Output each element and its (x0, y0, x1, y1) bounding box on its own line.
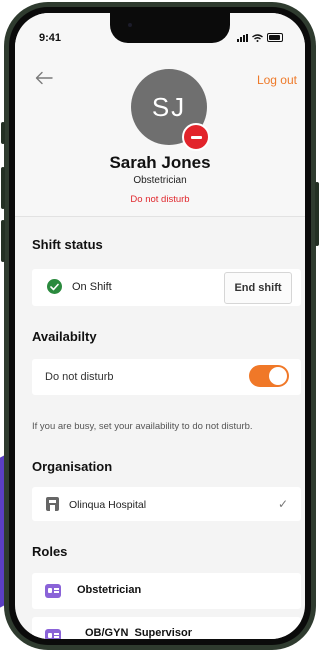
logout-button[interactable]: Log out (257, 73, 297, 87)
list-item[interactable]: Obstetrician (32, 573, 301, 609)
user-name: Sarah Jones (109, 153, 211, 172)
camera-dot (128, 23, 132, 27)
role-label: Obstetrician (77, 584, 142, 596)
shift-status-label: On Shift (72, 281, 112, 293)
roles-section-title: Roles (32, 544, 68, 559)
status-icons (237, 33, 283, 42)
phone-volume-up (1, 167, 5, 209)
hospital-icon (46, 497, 59, 511)
check-circle-icon (47, 279, 62, 294)
phone-frame: 9:41 Log out SJ Sarah Jones Obstetrician (1, 2, 319, 650)
checkmark-icon: ✓ (277, 497, 288, 511)
end-shift-button[interactable]: End shift (224, 272, 292, 304)
organisation-section-title: Organisation (32, 459, 113, 474)
id-card-icon (45, 629, 61, 639)
app-screen: 9:41 Log out SJ Sarah Jones Obstetrician (15, 13, 305, 639)
phone-power-button (315, 182, 319, 246)
user-role: Obstetrician (133, 175, 187, 186)
list-item[interactable]: OB/GYN Supervisor (32, 617, 301, 639)
organisation-name: Olinqua Hospital (69, 499, 147, 511)
shift-section-title: Shift status (32, 237, 103, 252)
phone-volume-down (1, 220, 5, 262)
shift-status-card: On Shift End shift (32, 269, 301, 306)
toggle-knob (269, 367, 287, 385)
user-status: Do not disturb (130, 194, 190, 205)
wifi-icon (252, 33, 263, 42)
availability-helper-text: If you are busy, set your availability t… (32, 421, 253, 432)
battery-icon (267, 33, 283, 42)
role-label: OB/GYN Supervisor (85, 627, 192, 639)
organisation-card[interactable]: Olinqua Hospital ✓ (32, 487, 301, 521)
do-not-disturb-toggle[interactable] (249, 365, 289, 387)
profile-header: 9:41 Log out SJ Sarah Jones Obstetrician (15, 13, 305, 217)
availability-card: Do not disturb (32, 359, 301, 395)
arrow-left-icon[interactable] (35, 71, 53, 85)
status-time: 9:41 (39, 32, 62, 44)
minus-circle-icon (182, 123, 210, 151)
cellular-signal-icon (237, 33, 248, 42)
phone-mute-switch (1, 122, 5, 144)
phone-notch (110, 13, 230, 43)
do-not-disturb-label: Do not disturb (45, 371, 114, 383)
availability-section-title: Availabilty (32, 329, 97, 344)
id-card-icon (45, 584, 61, 598)
